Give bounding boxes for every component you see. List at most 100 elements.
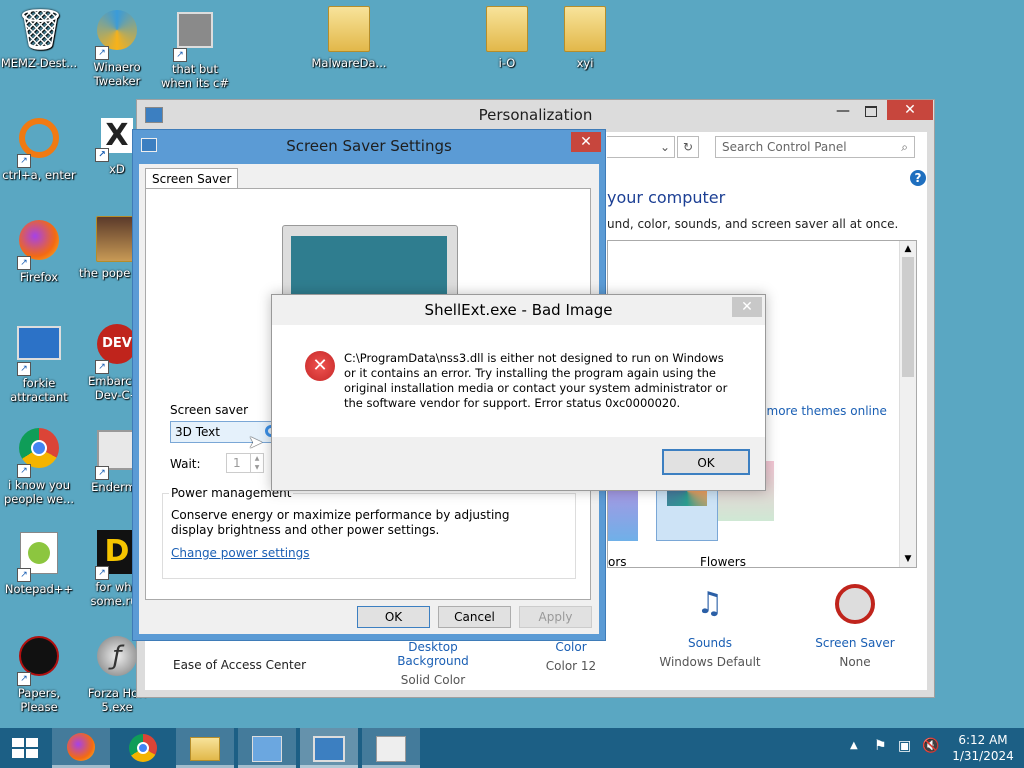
address-dropdown[interactable]: ⌄ — [607, 136, 675, 158]
sounds-item[interactable]: ♫ Sounds Windows Default — [650, 582, 770, 669]
screen-saver-item[interactable]: Screen Saver None — [795, 582, 915, 669]
change-power-settings-link[interactable]: Change power settings — [171, 546, 310, 560]
chrome-icon: ↗ — [15, 428, 63, 478]
power-management-text: Conserve energy or maximize performance … — [171, 508, 510, 537]
papers-please-icon: ↗ — [15, 636, 63, 686]
network-icon[interactable]: ▣ — [898, 738, 911, 754]
color-item[interactable]: Color Color 12 — [531, 640, 611, 673]
desktop-icon-chrome[interactable]: ↗ i know you people we... — [0, 424, 78, 506]
tab-screen-saver[interactable]: Screen Saver — [145, 168, 239, 189]
desktop-icon-ctrla[interactable]: ↗ ctrl+a, enter — [0, 112, 78, 182]
personalization-titlebar[interactable]: Personalization — [137, 100, 934, 130]
theme-label-colors: ors — [608, 555, 627, 569]
window-title: Personalization — [478, 106, 593, 124]
taskbar-firefox[interactable] — [52, 728, 110, 768]
scroll-down-arrow-icon[interactable]: ▼ — [900, 551, 916, 567]
desktop-icon-winaero[interactable]: ↗ Winaero Tweaker — [78, 6, 156, 88]
volume-muted-icon[interactable]: 🔇 — [922, 738, 939, 754]
desktop-background-value: Solid Color — [400, 673, 466, 687]
bad-image-title: ShellExt.exe - Bad Image — [424, 301, 613, 319]
firefox-icon — [67, 733, 95, 761]
refresh-icon[interactable]: ↻ — [677, 136, 699, 158]
scroll-thumb[interactable] — [902, 257, 914, 377]
desktop-background-item[interactable]: Desktop Background Solid Color — [373, 640, 493, 687]
search-icon: ⌕ — [901, 140, 908, 154]
error-message: C:\ProgramData\nss3.dll is either not de… — [344, 351, 728, 410]
bad-image-dialog: ShellExt.exe - Bad Image ✕ ✕ C:\ProgramD… — [271, 294, 766, 491]
desktop-icon-xyi[interactable]: xyi — [546, 6, 624, 70]
recycle-bin-icon: 🗑 — [15, 7, 66, 53]
window-icon — [376, 736, 406, 762]
screen-saver-title: Screen Saver — [815, 636, 895, 650]
desktop-icon-forkie[interactable]: ↗ forkie attractant — [0, 320, 78, 404]
screensaver-ok-button[interactable]: OK — [357, 606, 430, 628]
color-title: Color — [555, 640, 587, 654]
ring-icon: ↗ — [15, 118, 63, 168]
color-value: Color 12 — [545, 659, 597, 673]
desktop-icon-thatbut[interactable]: ↗ that but when its c# — [156, 6, 234, 90]
notepadpp-icon: ↗ — [15, 532, 63, 582]
desktop-icon-label: Notepad++ — [4, 582, 74, 596]
theme-label-flowers: Flowers — [700, 555, 746, 569]
screensaver-apply-button[interactable]: Apply — [519, 606, 592, 628]
desktop-icon-label: xyi — [576, 56, 594, 70]
desktop-icon-papers-please[interactable]: ↗ Papers, Please — [0, 632, 78, 714]
action-center-flag-icon[interactable]: ⚑ — [874, 738, 887, 754]
folder-icon — [483, 6, 531, 54]
windows-logo-icon — [12, 738, 38, 758]
screensaver-titlebar[interactable]: Screen Saver Settings — [133, 130, 605, 162]
screensaver-title: Screen Saver Settings — [286, 137, 452, 155]
bad-image-ok-button[interactable]: OK — [662, 449, 750, 475]
start-button[interactable] — [0, 728, 48, 768]
desktop-icon-io[interactable]: i-O — [468, 6, 546, 70]
clock[interactable]: 6:12 AM 1/31/2024 — [950, 732, 1016, 764]
flash-icon: ƒ — [93, 636, 141, 684]
desktop-icon-label: ctrl+a, enter — [2, 168, 76, 182]
wait-stepper[interactable]: 1 ▲ ▼ — [226, 453, 264, 473]
clock-time: 6:12 AM — [958, 733, 1008, 747]
search-control-panel-input[interactable]: Search Control Panel ⌕ — [715, 136, 915, 158]
taskbar-control-panel[interactable] — [238, 728, 296, 768]
windows-stack-icon: ↗ — [171, 12, 219, 62]
taskbar-window[interactable] — [362, 728, 420, 768]
screensaver-cancel-button[interactable]: Cancel — [438, 606, 511, 628]
screensaver-close-button[interactable]: ✕ — [571, 132, 601, 152]
close-button[interactable]: ✕ — [887, 100, 933, 120]
bad-image-close-button[interactable]: ✕ — [732, 297, 762, 317]
sounds-value: Windows Default — [659, 655, 761, 669]
stepper-arrows-icon[interactable]: ▲ ▼ — [250, 454, 263, 472]
screen-saver-none-icon — [835, 584, 875, 624]
desktop-icon-label: that but when its c# — [160, 62, 230, 90]
minimize-button[interactable]: — — [830, 102, 856, 122]
theme-list-scrollbar[interactable]: ▲ ▼ — [899, 241, 916, 567]
search-placeholder: Search Control Panel — [722, 140, 847, 154]
sounds-icon: ♫ — [696, 586, 724, 621]
personalization-subtext: und, color, sounds, and screen saver all… — [607, 217, 899, 231]
bad-image-titlebar[interactable]: ShellExt.exe - Bad Image — [272, 295, 765, 325]
desktop-icon-malwareda[interactable]: MalwareDa... — [310, 6, 388, 70]
help-icon[interactable]: ? — [910, 170, 926, 186]
chrome-icon — [129, 734, 157, 762]
wait-value: 1 — [233, 456, 241, 470]
desktop-icon-label: MEMZ-Dest... — [0, 56, 78, 70]
desktop-icon-label: i-O — [498, 56, 516, 70]
desktop-icon-firefox[interactable]: ↗ Firefox — [0, 216, 78, 284]
control-panel-icon — [145, 107, 163, 123]
dialog-footer: OK — [272, 437, 765, 490]
ease-access-link[interactable]: Ease of Access Center — [173, 658, 306, 672]
taskbar-file-explorer[interactable] — [176, 728, 234, 768]
desktop-icon-recycle-bin[interactable]: 🗑 MEMZ-Dest... — [0, 6, 78, 70]
desktop-icon-notepadpp[interactable]: ↗ Notepad++ — [0, 528, 78, 596]
screen-saver-select[interactable]: 3D Text — [170, 421, 280, 443]
desktop-icon-label: i know you people we... — [3, 478, 75, 506]
desktop-icon-label: Papers, Please — [17, 686, 61, 714]
get-more-themes-link[interactable]: t more themes online — [758, 404, 887, 418]
desktop-icon-label: forkie attractant — [10, 376, 68, 404]
maximize-button[interactable] — [858, 102, 884, 122]
taskbar-chrome[interactable] — [114, 728, 172, 768]
mouse-cursor-icon: ➤ — [248, 432, 264, 453]
scroll-up-arrow-icon[interactable]: ▲ — [900, 241, 916, 257]
tray-overflow-icon[interactable]: ▲ — [850, 740, 858, 751]
taskbar-personalization[interactable] — [300, 728, 358, 768]
screen-saver-group-label: Screen saver — [170, 403, 249, 417]
